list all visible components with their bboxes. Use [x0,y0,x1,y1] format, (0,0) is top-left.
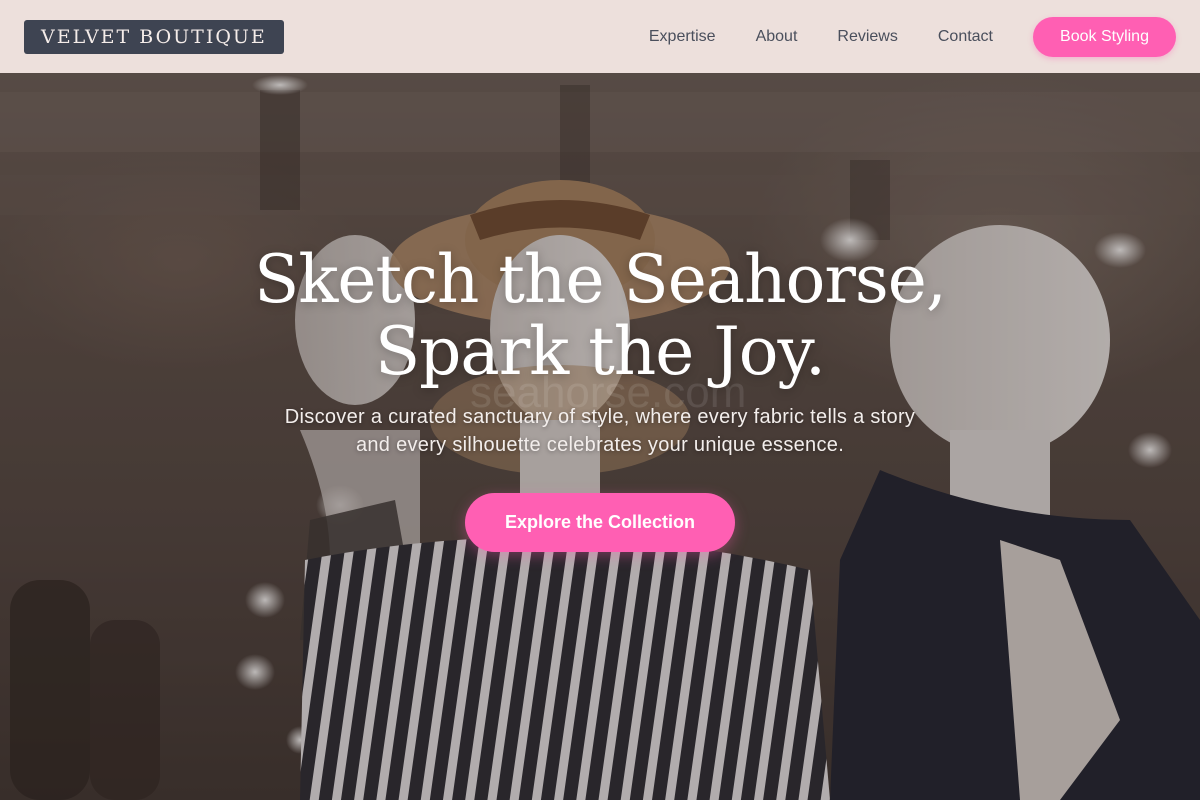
hero-subtext: Discover a curated sanctuary of style, w… [284,406,916,456]
hero-headline: Sketch the Seahorse, Spark the Joy. [0,244,1200,388]
hero-headline-line-2: Spark the Joy. [374,313,826,390]
nav-link-reviews[interactable]: Reviews [837,28,897,46]
nav-menu: Expertise About Reviews Contact Book Sty… [649,16,1176,57]
hero-content: Sketch the Seahorse, Spark the Joy. Disc… [0,244,1200,552]
nav-link-about[interactable]: About [756,28,798,46]
brand-logo[interactable]: VELVET BOUTIQUE [24,19,284,54]
nav-link-contact[interactable]: Contact [938,28,993,46]
top-navbar: VELVET BOUTIQUE Expertise About Reviews … [0,0,1200,73]
nav-link-expertise[interactable]: Expertise [649,28,716,46]
book-styling-button[interactable]: Book Styling [1033,16,1176,57]
hero-headline-line-1: Sketch the Seahorse, [254,241,947,318]
explore-collection-button[interactable]: Explore the Collection [465,493,735,552]
